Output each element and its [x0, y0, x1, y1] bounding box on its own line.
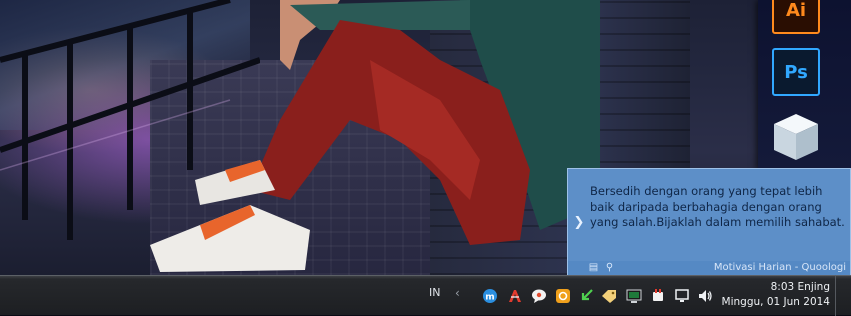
tag-icon[interactable]: [601, 288, 617, 304]
show-desktop-button[interactable]: [835, 276, 851, 316]
photoshop-icon[interactable]: Ps: [772, 48, 820, 96]
search-icon[interactable]: ⚲: [604, 262, 615, 273]
notification-popup[interactable]: ❯ Bersedih dengan orang yang tepat lebih…: [567, 168, 851, 275]
display-icon[interactable]: [674, 288, 690, 304]
orange-app-icon[interactable]: [555, 288, 571, 304]
notification-message: Bersedih dengan orang yang tepat lebih b…: [590, 184, 845, 229]
taskbar: IN ‹ m 8:03 Enjing Minggu, 01 Jun 2014: [0, 275, 851, 316]
language-indicator[interactable]: IN: [429, 286, 440, 299]
illustrator-icon[interactable]: Ai: [772, 0, 820, 34]
power-plug-icon[interactable]: [650, 288, 666, 304]
download-arrow-icon[interactable]: [578, 288, 594, 304]
clock-date: Minggu, 01 Jun 2014: [721, 296, 830, 308]
notification-source: Motivasi Harian - Quoologi: [713, 262, 846, 273]
chevron-down-icon[interactable]: ❯: [570, 215, 588, 230]
svg-text:m: m: [485, 293, 494, 303]
maxthon-icon[interactable]: m: [482, 288, 498, 304]
document-icon[interactable]: ▤: [588, 262, 599, 273]
clock-time: 8:03 Enjing: [770, 281, 830, 293]
network-monitor-icon[interactable]: [626, 288, 642, 304]
app-dock: Ai Ps: [758, 0, 851, 170]
system-clock[interactable]: 8:03 Enjing Minggu, 01 Jun 2014: [722, 280, 830, 311]
wallpaper-person: [150, 0, 600, 272]
photoshop-label: Ps: [784, 61, 808, 83]
antivirus-icon[interactable]: [507, 288, 523, 304]
notification-footer: ▤ ⚲ Motivasi Harian - Quoologi: [568, 261, 850, 275]
chat-bubble-icon[interactable]: [531, 288, 547, 304]
illustrator-label: Ai: [785, 0, 807, 21]
volume-icon[interactable]: [697, 288, 713, 304]
cube-app-icon[interactable]: [772, 112, 820, 162]
tray-expand-icon[interactable]: ‹: [455, 286, 460, 300]
